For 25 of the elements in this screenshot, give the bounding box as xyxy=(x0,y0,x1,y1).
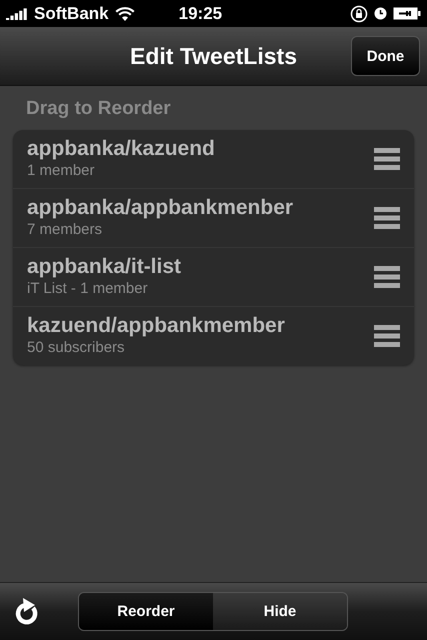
signal-icon xyxy=(6,8,28,20)
wifi-icon xyxy=(114,6,135,20)
clock-time: 19:25 xyxy=(178,4,222,24)
list-detail: iT List - 1 member xyxy=(27,279,149,299)
list-name: appbanka/kazuend xyxy=(27,137,216,161)
nav-title: Edit TweetLists xyxy=(130,42,297,70)
segment-tab[interactable]: Hide xyxy=(213,593,347,630)
carrier-name: SoftBank xyxy=(34,4,109,24)
list-detail: 7 members xyxy=(27,220,104,240)
list-name: appbanka/appbankmenber xyxy=(27,196,294,220)
list-name: appbanka/it-list xyxy=(27,255,182,279)
refresh-icon[interactable] xyxy=(14,596,40,626)
list-detail: 50 subscribers xyxy=(27,338,126,358)
rotation-lock-icon xyxy=(350,4,368,22)
list-name: kazuend/appbankmember xyxy=(27,314,286,338)
segment-tab[interactable]: Reorder xyxy=(79,593,213,630)
list-detail: 1 member xyxy=(27,161,96,181)
battery-charging-icon xyxy=(393,7,421,20)
reorder-handle-icon[interactable] xyxy=(374,148,400,170)
alarm-clock-icon xyxy=(374,7,387,20)
reorder-handle-icon[interactable] xyxy=(374,325,400,347)
section-header: Drag to Reorder xyxy=(25,98,172,121)
done-button[interactable]: Done xyxy=(351,36,420,76)
reorder-handle-icon[interactable] xyxy=(374,266,400,288)
reorder-handle-icon[interactable] xyxy=(374,207,400,229)
